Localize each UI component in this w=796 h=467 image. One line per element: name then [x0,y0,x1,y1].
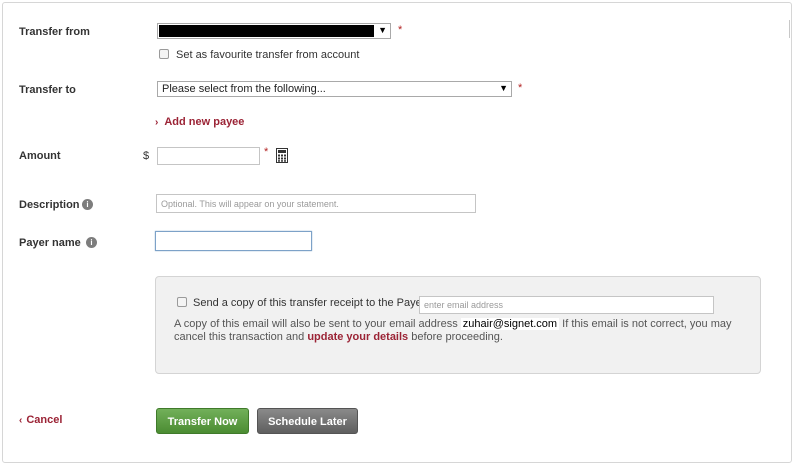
description-input[interactable] [156,194,476,213]
payee-email-input[interactable] [419,296,714,314]
calculator-icon[interactable] [276,148,288,163]
send-receipt-checkbox[interactable] [177,297,187,307]
chevron-down-icon: ▼ [499,83,508,93]
send-receipt-label: Send a copy of this transfer receipt to … [193,297,431,309]
chevron-right-icon: › [155,117,159,128]
transfer-to-required: * [518,82,523,94]
receipt-note-line1: A copy of this email will also be sent t… [174,318,732,330]
transfer-to-select[interactable]: Please select from the following... ▼ [157,81,512,97]
description-info-icon[interactable]: i [82,199,93,210]
description-label: Description [19,199,80,211]
user-email: zuhair@signet.com [460,318,560,330]
schedule-later-button[interactable]: Schedule Later [257,408,358,434]
payer-name-input[interactable] [155,231,312,251]
transfer-now-button[interactable]: Transfer Now [156,408,249,434]
chevron-down-icon: ▼ [378,25,387,35]
favourite-checkbox[interactable] [159,49,169,59]
add-new-payee-label: Add new payee [164,116,245,128]
receipt-note-start: A copy of this email will also be sent t… [174,318,458,330]
transfer-from-redacted-value [159,25,374,37]
payer-name-info-icon[interactable]: i [86,237,97,248]
transfer-to-selected: Please select from the following... [162,83,326,95]
receipt-note-end: If this email is not correct, you may [562,318,732,330]
transfer-from-select[interactable]: ▼ [157,23,391,39]
payer-name-label: Payer name [19,237,81,249]
amount-input[interactable] [157,147,260,165]
add-new-payee-link[interactable]: › Add new payee [155,116,244,128]
amount-required: * [264,146,269,158]
transfer-from-required: * [398,24,403,36]
transfer-from-label: Transfer from [19,26,90,38]
update-details-link[interactable]: update your details [307,331,408,343]
chevron-left-icon: ‹ [19,415,23,426]
scrollbar-edge [789,20,795,38]
amount-label: Amount [19,150,61,162]
cancel-label: Cancel [26,414,63,426]
receipt-note-line2-start: cancel this transaction and [174,331,305,343]
favourite-checkbox-label: Set as favourite transfer from account [176,49,360,61]
currency-symbol: $ [143,150,150,162]
cancel-link[interactable]: ‹ Cancel [19,414,62,426]
transfer-to-label: Transfer to [19,84,76,96]
receipt-note-line2-end: before proceeding. [411,331,503,343]
receipt-note-line2: cancel this transaction and update your … [174,331,503,343]
transfer-form [2,2,792,463]
